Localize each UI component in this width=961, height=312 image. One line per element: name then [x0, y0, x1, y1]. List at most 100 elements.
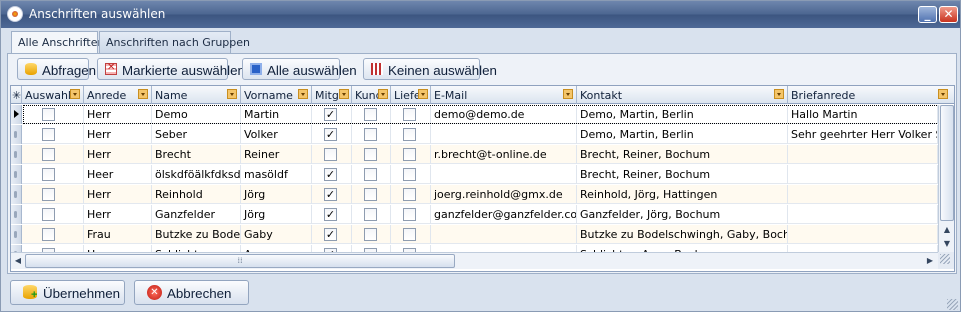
cell-email[interactable]: joerg.reinhold@gmx.de: [431, 185, 577, 204]
lieferant-checkbox[interactable]: [403, 228, 416, 241]
cell-kontakt[interactable]: Butzke zu Bodelschwingh, Gaby, Bochum: [577, 225, 788, 244]
auswahl-checkbox[interactable]: [42, 208, 55, 221]
query-button[interactable]: Abfragen: [17, 58, 96, 80]
table-row[interactable]: FrauButzke zu BodelscGaby ✓ Butzke zu Bode…: [11, 225, 954, 244]
filter-dropdown-icon[interactable]: [774, 89, 784, 99]
tab-all-addresses[interactable]: Alle Anschriften: [11, 31, 104, 54]
scroll-right-icon[interactable]: ▶: [923, 254, 937, 268]
column-header-auswahl[interactable]: Auswahl: [22, 86, 84, 104]
cell-vorname[interactable]: Jörg: [241, 205, 312, 224]
cell-vorname[interactable]: masöldf: [241, 165, 312, 184]
table-row[interactable]: Herr Seber Volker ✓ Demo, Martin, Berlin Sehr…: [11, 125, 954, 144]
kunde-checkbox[interactable]: [364, 128, 377, 141]
filter-dropdown-icon[interactable]: [138, 89, 148, 99]
table-row[interactable]: Herr Ganzfelder Jörg ✓ ganzfelder@ganzfelder…: [11, 205, 954, 224]
cell-vorname[interactable]: Martin: [241, 105, 312, 124]
mitglied-checkbox[interactable]: ✓: [324, 208, 337, 221]
lieferant-checkbox[interactable]: [403, 148, 416, 161]
filter-dropdown-icon[interactable]: [339, 89, 349, 99]
cell-briefanrede[interactable]: [788, 145, 938, 164]
lieferant-checkbox[interactable]: [403, 128, 416, 141]
scroll-up-icon[interactable]: ▲: [940, 223, 954, 237]
mitglied-checkbox[interactable]: ✓: [324, 128, 337, 141]
cell-anrede[interactable]: Herr: [84, 145, 152, 164]
auswahl-checkbox[interactable]: [42, 148, 55, 161]
address-grid[interactable]: ✳ Auswahl Anrede Name Vorname Mitgli Kun…: [10, 85, 955, 272]
cell-anrede[interactable]: Herr: [84, 185, 152, 204]
row-header[interactable]: [11, 205, 22, 224]
tab-addresses-by-group[interactable]: Anschriften nach Gruppen: [99, 31, 250, 53]
cell-vorname[interactable]: Volker: [241, 125, 312, 144]
kunde-checkbox[interactable]: [364, 148, 377, 161]
close-button[interactable]: ✕: [939, 6, 958, 23]
cell-kontakt[interactable]: Demo, Martin, Berlin: [577, 105, 788, 124]
cell-email[interactable]: [431, 225, 577, 244]
cell-name[interactable]: Seber: [152, 125, 241, 144]
scroll-down-icon[interactable]: ▼: [940, 237, 954, 251]
cell-name[interactable]: Butzke zu Bodelsc: [152, 225, 241, 244]
table-row[interactable]: Herr Demo Martin ✓ demo@demo.de Demo, Martin,…: [11, 105, 954, 124]
filter-dropdown-icon[interactable]: [70, 89, 80, 99]
column-header-mitglied[interactable]: Mitgli: [312, 86, 352, 104]
cell-anrede[interactable]: Frau: [84, 225, 152, 244]
cell-briefanrede[interactable]: [788, 205, 938, 224]
cell-vorname[interactable]: Jörg: [241, 185, 312, 204]
cell-kontakt[interactable]: Demo, Martin, Berlin: [577, 125, 788, 144]
cell-email[interactable]: demo@demo.de: [431, 105, 577, 124]
mitglied-checkbox[interactable]: [324, 148, 337, 161]
mitglied-checkbox[interactable]: ✓: [324, 168, 337, 181]
column-header-lieferant[interactable]: Liefe: [391, 86, 431, 104]
auswahl-checkbox[interactable]: [42, 228, 55, 241]
select-all-button[interactable]: Alle auswählen: [242, 58, 357, 80]
cell-name[interactable]: Reinhold: [152, 185, 241, 204]
kunde-checkbox[interactable]: [364, 208, 377, 221]
lieferant-checkbox[interactable]: [403, 208, 416, 221]
table-row[interactable]: Herr Reinhold Jörg ✓ joerg.reinhold@gmx.de Re…: [11, 185, 954, 204]
scroll-left-icon[interactable]: ◀: [11, 254, 25, 268]
accept-button[interactable]: Übernehmen: [10, 280, 125, 305]
lieferant-checkbox[interactable]: [403, 188, 416, 201]
cell-anrede[interactable]: Heer: [84, 165, 152, 184]
select-none-button[interactable]: Keinen auswählen: [363, 58, 497, 80]
column-header-kontakt[interactable]: Kontakt: [577, 86, 788, 104]
auswahl-checkbox[interactable]: [42, 168, 55, 181]
cell-briefanrede[interactable]: Sehr geehrter Herr Volker Seb: [788, 125, 938, 144]
kunde-checkbox[interactable]: [364, 108, 377, 121]
cell-anrede[interactable]: Herr: [84, 125, 152, 144]
cell-briefanrede[interactable]: Hallo Martin: [788, 105, 938, 124]
filter-dropdown-icon[interactable]: [298, 89, 308, 99]
select-marked-button[interactable]: Markierte auswählen: [97, 58, 245, 80]
cell-name[interactable]: Demo: [152, 105, 241, 124]
column-header-email[interactable]: E-Mail: [431, 86, 577, 104]
cell-kontakt[interactable]: Brecht, Reiner, Bochum: [577, 165, 788, 184]
column-header-briefanrede[interactable]: Briefanrede: [788, 86, 954, 104]
row-header[interactable]: [11, 185, 22, 204]
minimize-button[interactable]: _: [918, 6, 937, 23]
cell-vorname[interactable]: Reiner: [241, 145, 312, 164]
mitglied-checkbox[interactable]: ✓: [324, 108, 337, 121]
auswahl-checkbox[interactable]: [42, 188, 55, 201]
cell-name[interactable]: ölskdföälkfdksd: [152, 165, 241, 184]
mitglied-checkbox[interactable]: ✓: [324, 188, 337, 201]
column-header-kunde[interactable]: Kund: [352, 86, 391, 104]
filter-dropdown-icon[interactable]: [227, 89, 237, 99]
lieferant-checkbox[interactable]: [403, 168, 416, 181]
cell-email[interactable]: [431, 165, 577, 184]
auswahl-checkbox[interactable]: [42, 128, 55, 141]
cell-name[interactable]: Ganzfelder: [152, 205, 241, 224]
row-header[interactable]: [11, 225, 22, 244]
row-header[interactable]: [11, 125, 22, 144]
table-row[interactable]: Heer ölskdföälkfdksd masöldf ✓ Brecht, Reine…: [11, 165, 954, 184]
column-header-anrede[interactable]: Anrede: [84, 86, 152, 104]
filter-dropdown-icon[interactable]: [563, 89, 573, 99]
horizontal-scrollbar[interactable]: ◀ ⁞⁞ ▶: [11, 252, 938, 269]
cell-briefanrede[interactable]: [788, 185, 938, 204]
column-header-vorname[interactable]: Vorname: [241, 86, 312, 104]
asterisk-icon[interactable]: ✳: [11, 86, 22, 104]
filter-dropdown-icon[interactable]: [378, 89, 388, 99]
cell-email[interactable]: ganzfelder@ganzfelder.com: [431, 205, 577, 224]
cell-kontakt[interactable]: Ganzfelder, Jörg, Bochum: [577, 205, 788, 224]
cell-kontakt[interactable]: Reinhold, Jörg, Hattingen: [577, 185, 788, 204]
cell-vorname[interactable]: Gaby: [241, 225, 312, 244]
cell-email[interactable]: [431, 125, 577, 144]
